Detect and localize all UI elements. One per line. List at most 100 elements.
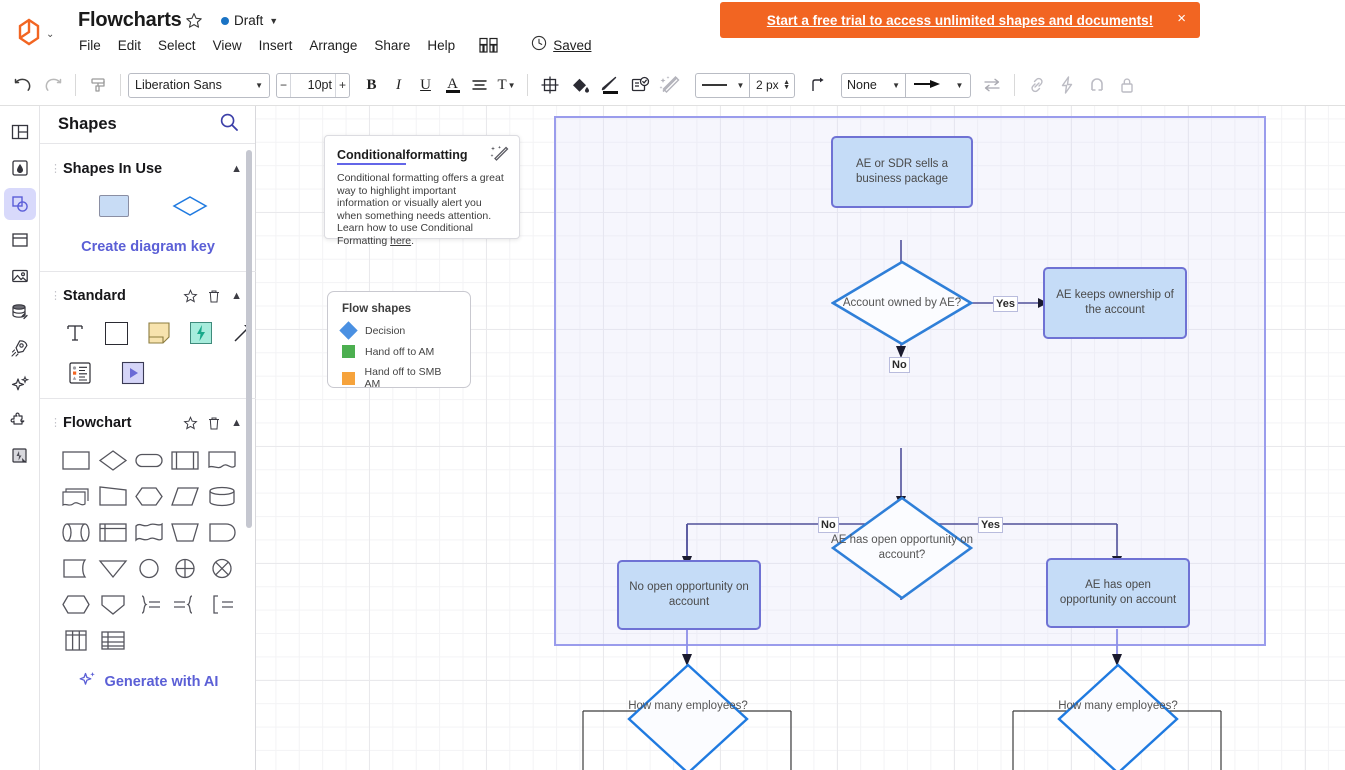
shape-or-gate[interactable] bbox=[204, 553, 240, 582]
shape-brace-left[interactable] bbox=[167, 589, 203, 618]
font-size-decrease[interactable]: − bbox=[277, 78, 290, 92]
doc-status-dropdown[interactable]: Draft ▼ bbox=[221, 13, 278, 28]
create-diagram-key-link[interactable]: Create diagram key bbox=[40, 239, 256, 255]
shape-square[interactable] bbox=[104, 318, 129, 348]
position-button[interactable] bbox=[535, 70, 565, 100]
saved-status[interactable]: Saved bbox=[531, 35, 591, 56]
shape-play[interactable] bbox=[115, 358, 151, 388]
favorite-star-icon[interactable] bbox=[183, 288, 198, 304]
node-ae-has-open-opportunity[interactable]: AE has open opportunity on account bbox=[1046, 558, 1190, 628]
shape-table-columns[interactable] bbox=[58, 625, 94, 654]
link-button[interactable] bbox=[1022, 70, 1052, 100]
sidebar-item-image[interactable] bbox=[4, 260, 36, 292]
page-title[interactable]: Flowcharts bbox=[78, 9, 182, 32]
shape-manual-operation[interactable] bbox=[167, 517, 203, 546]
shape-wave-document[interactable] bbox=[131, 517, 167, 546]
node-no-open-opportunity[interactable]: No open opportunity on account bbox=[617, 560, 761, 630]
diagram-canvas[interactable]: AE or SDR sells a business package Accou… bbox=[256, 106, 1345, 770]
shape-text[interactable] bbox=[62, 318, 87, 348]
menu-item-select[interactable]: Select bbox=[158, 38, 196, 53]
shape-merge[interactable] bbox=[94, 553, 130, 582]
sidebar-item-plugins[interactable] bbox=[4, 404, 36, 436]
shape-preparation[interactable] bbox=[131, 481, 167, 510]
shape-summing-junction[interactable] bbox=[167, 553, 203, 582]
bold-button[interactable]: B bbox=[358, 72, 385, 99]
free-trial-link[interactable]: Start a free trial to access unlimited s… bbox=[767, 13, 1153, 28]
font-size-value[interactable]: 10pt bbox=[290, 73, 336, 97]
connector-style-button[interactable] bbox=[803, 70, 833, 100]
sidebar-item-layout[interactable] bbox=[4, 116, 36, 148]
node-ae-keeps-ownership[interactable]: AE keeps ownership of the account bbox=[1043, 267, 1187, 339]
shape-sticky-note[interactable] bbox=[146, 318, 171, 348]
shape-lightning[interactable] bbox=[189, 318, 214, 348]
menu-item-help[interactable]: Help bbox=[427, 38, 455, 53]
start-arrow-select[interactable]: None ▼ bbox=[841, 72, 905, 98]
shape-internal-storage[interactable] bbox=[94, 517, 130, 546]
menu-item-edit[interactable]: Edit bbox=[118, 38, 141, 53]
shape-predefined-process[interactable] bbox=[167, 445, 203, 474]
section-header[interactable]: ⋮⋮ Standard ▲ bbox=[40, 284, 256, 308]
conditional-formatting-button[interactable] bbox=[625, 70, 655, 100]
chevron-up-icon[interactable]: ▲ bbox=[231, 417, 242, 429]
close-icon[interactable]: × bbox=[1177, 11, 1186, 26]
edge-label-yes-opportunity[interactable]: Yes bbox=[978, 517, 1003, 533]
shape-trapezoid-top[interactable] bbox=[94, 481, 130, 510]
magic-format-button[interactable] bbox=[655, 70, 685, 100]
drag-handle-icon[interactable]: ⋮⋮ bbox=[50, 290, 72, 301]
shape-rounded-rect-blue[interactable] bbox=[96, 191, 132, 221]
favorite-star-icon[interactable] bbox=[185, 12, 203, 30]
edge-label-yes-ownership[interactable]: Yes bbox=[993, 296, 1018, 312]
swap-direction-button[interactable] bbox=[977, 70, 1007, 100]
favorite-star-icon[interactable] bbox=[183, 415, 198, 431]
gallery-icon[interactable] bbox=[479, 37, 498, 54]
drag-handle-icon[interactable]: ⋮⋮ bbox=[50, 163, 72, 174]
shape-diamond-outline[interactable] bbox=[172, 191, 208, 221]
menu-item-view[interactable]: View bbox=[213, 38, 242, 53]
delete-icon[interactable] bbox=[207, 289, 221, 304]
node-ae-or-sdr-sells[interactable]: AE or SDR sells a business package bbox=[831, 136, 973, 208]
underline-button[interactable]: U bbox=[412, 72, 439, 99]
shape-decision[interactable] bbox=[94, 445, 130, 474]
search-icon[interactable] bbox=[219, 112, 239, 137]
tip-card-link[interactable]: here bbox=[390, 235, 411, 247]
sidebar-item-ai-sparkle[interactable] bbox=[4, 368, 36, 400]
shape-display[interactable] bbox=[204, 517, 240, 546]
shape-bracket-left[interactable] bbox=[204, 589, 240, 618]
section-header[interactable]: ⋮⋮ Flowchart ▲ bbox=[40, 411, 256, 435]
sidebar-item-data-link[interactable] bbox=[4, 296, 36, 328]
section-header[interactable]: ⋮⋮ Shapes In Use ▲ bbox=[40, 157, 256, 181]
line-style-select[interactable]: ▼ bbox=[695, 72, 749, 98]
line-width-stepper[interactable]: 2 px ▲ ▼ bbox=[749, 72, 795, 98]
shape-extract[interactable] bbox=[94, 589, 130, 618]
chevron-up-icon[interactable]: ▲ bbox=[231, 290, 242, 302]
shape-list[interactable] bbox=[62, 358, 98, 388]
flow-shapes-legend[interactable]: Flow shapes Decision Hand off to AM Hand… bbox=[327, 291, 471, 390]
shape-arrow[interactable] bbox=[231, 318, 256, 348]
stepper-arrows-icon[interactable]: ▲ ▼ bbox=[783, 79, 790, 91]
menu-item-insert[interactable]: Insert bbox=[259, 38, 293, 53]
conditional-formatting-tip-card[interactable]: Conditional formatting Conditional forma… bbox=[324, 135, 520, 247]
undo-button[interactable] bbox=[8, 70, 38, 100]
font-family-select[interactable]: Liberation Sans ▼ bbox=[128, 72, 270, 98]
edge-label-no-opportunity[interactable]: No bbox=[818, 517, 839, 533]
sidebar-item-templates[interactable] bbox=[4, 224, 36, 256]
line-color-button[interactable] bbox=[595, 70, 625, 100]
free-trial-banner[interactable]: Start a free trial to access unlimited s… bbox=[720, 2, 1200, 38]
magnet-icon[interactable] bbox=[1082, 70, 1112, 100]
format-painter-button[interactable] bbox=[83, 70, 113, 100]
panel-scrollbar[interactable] bbox=[246, 150, 252, 528]
drag-handle-icon[interactable]: ⋮⋮ bbox=[50, 417, 72, 428]
menu-item-file[interactable]: File bbox=[79, 38, 101, 53]
text-color-button[interactable]: A bbox=[439, 72, 466, 99]
edge-label-no-ownership[interactable]: No bbox=[889, 357, 910, 373]
font-size-increase[interactable]: + bbox=[336, 78, 349, 92]
shape-direct-data[interactable] bbox=[58, 517, 94, 546]
shape-database[interactable] bbox=[204, 481, 240, 510]
end-arrow-select[interactable]: ▼ bbox=[905, 72, 971, 98]
menu-item-arrange[interactable]: Arrange bbox=[309, 38, 357, 53]
shape-delay[interactable] bbox=[58, 589, 94, 618]
fill-color-button[interactable] bbox=[565, 70, 595, 100]
shape-brace-right[interactable] bbox=[131, 589, 167, 618]
italic-button[interactable]: I bbox=[385, 72, 412, 99]
node-how-many-employees-left[interactable]: How many employees? bbox=[627, 663, 749, 770]
